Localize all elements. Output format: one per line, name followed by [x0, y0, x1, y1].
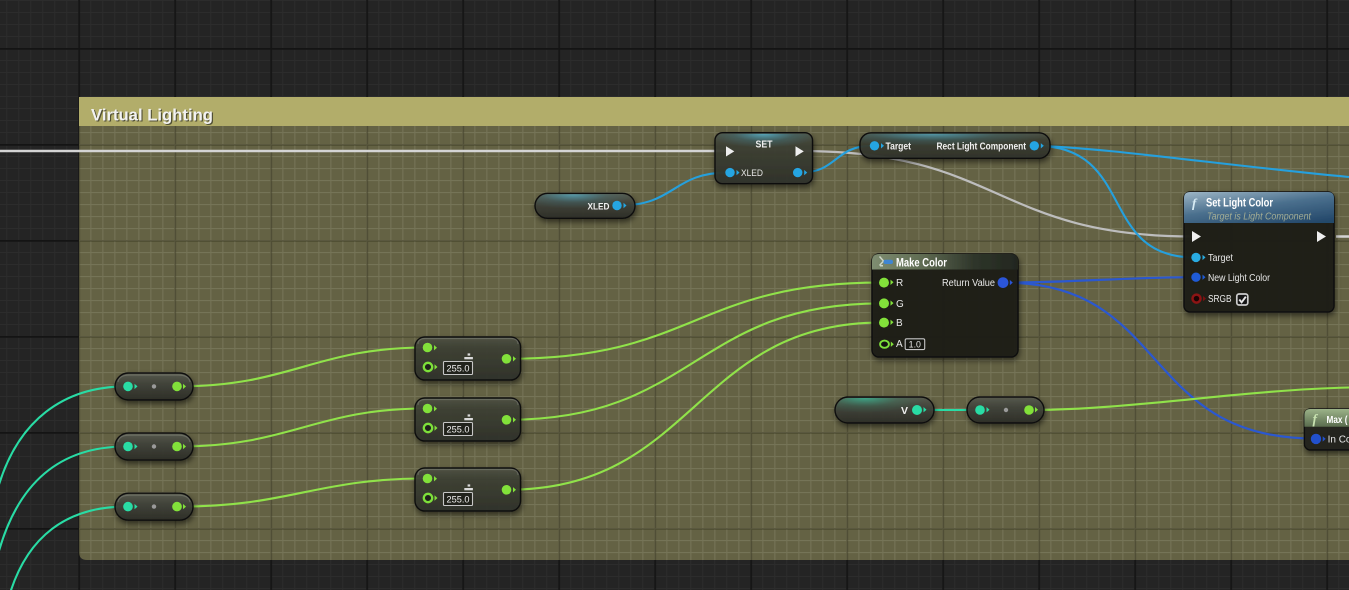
svg-text:In Co: In Co	[1328, 434, 1349, 445]
svg-text:G: G	[896, 299, 904, 310]
svg-text:255.0: 255.0	[447, 363, 470, 373]
svg-text:XLED: XLED	[588, 201, 610, 212]
svg-text:Rect Light Component: Rect Light Component	[937, 141, 1027, 152]
svg-text:New Light Color: New Light Color	[1208, 273, 1271, 284]
svg-text:1.0: 1.0	[909, 339, 921, 349]
svg-text:SRGB: SRGB	[1208, 294, 1232, 305]
svg-text:Make Color: Make Color	[896, 258, 947, 270]
svg-text:V: V	[901, 405, 908, 417]
svg-text:A: A	[896, 339, 903, 350]
svg-text:XLED: XLED	[741, 168, 763, 179]
svg-text:R: R	[896, 278, 903, 289]
svg-text:Set Light Color: Set Light Color	[1206, 197, 1273, 209]
svg-text:Target: Target	[886, 141, 912, 152]
svg-text:Return Value: Return Value	[942, 278, 995, 289]
svg-text:Virtual Lighting: Virtual Lighting	[91, 106, 213, 125]
svg-text:Target is Light Component: Target is Light Component	[1207, 212, 1312, 223]
svg-text:Target: Target	[1208, 253, 1233, 264]
svg-text:B: B	[896, 318, 903, 329]
svg-text:SET: SET	[756, 139, 773, 151]
svg-text:Max (: Max (	[1327, 414, 1348, 426]
